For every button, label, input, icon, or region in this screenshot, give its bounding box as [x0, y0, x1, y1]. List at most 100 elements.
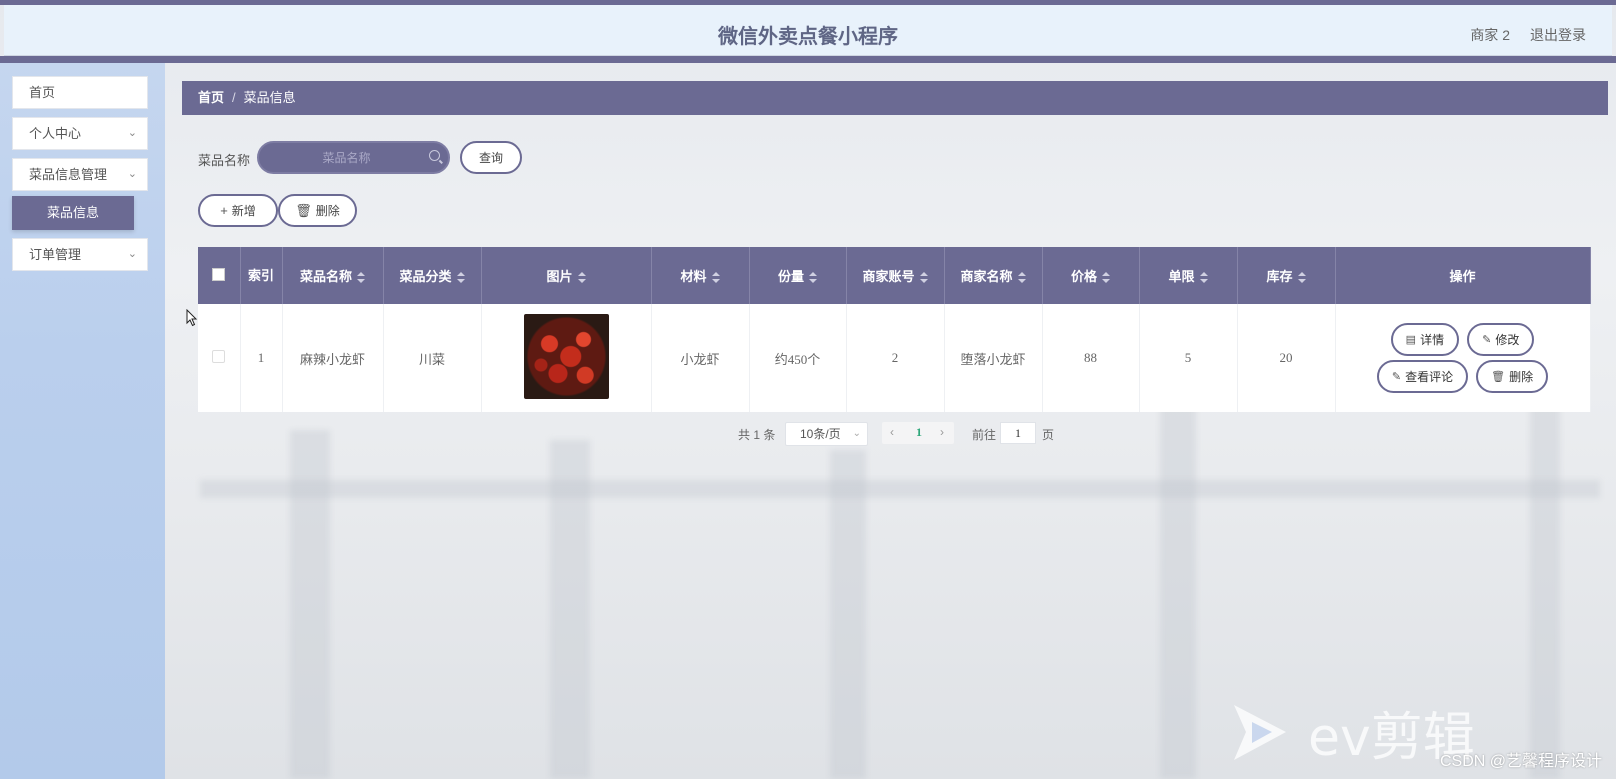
crayfish-photo	[523, 313, 609, 399]
cell-index: 1	[240, 304, 283, 412]
row-delete-label: 删除	[1509, 370, 1534, 384]
header-user-area: 商家 2 退出登录	[1470, 25, 1586, 45]
mouse-cursor-icon	[186, 309, 198, 327]
goto-page-input[interactable]	[1000, 422, 1036, 444]
cell-price: 88	[1042, 304, 1140, 412]
sidebar-item-dish-management[interactable]: 菜品信息管理 ⌄	[12, 158, 148, 191]
page-size-select[interactable]: 10条/页 ⌄	[785, 422, 868, 446]
sidebar-item-home[interactable]: 首页	[12, 76, 148, 109]
pagination-total: 共 1 条	[738, 428, 776, 442]
column-header-portion[interactable]: 份量	[749, 247, 847, 304]
add-button[interactable]: + 新增	[198, 194, 278, 227]
view-reviews-button[interactable]: ✎ 查看评论	[1376, 360, 1469, 393]
search-button-label: 查询	[478, 151, 503, 165]
row-delete-button[interactable]: 🗑 删除	[1476, 360, 1549, 393]
current-page[interactable]: 1	[916, 425, 922, 440]
column-header-price[interactable]: 价格	[1042, 247, 1140, 304]
sidebar-item-label: 菜品信息管理	[29, 167, 108, 182]
chevron-down-icon: ⌄	[127, 127, 137, 139]
chevron-down-icon: ⌄	[127, 248, 137, 260]
detail-button[interactable]: ▤ 详情	[1390, 323, 1460, 356]
prev-page-icon[interactable]: ‹	[890, 425, 894, 439]
sort-icon[interactable]	[456, 272, 465, 284]
cell-stock: 20	[1237, 304, 1336, 412]
breadcrumb-current: 菜品信息	[243, 90, 296, 105]
sort-icon[interactable]	[711, 272, 720, 284]
sort-icon[interactable]	[1102, 272, 1110, 284]
pagination: 共 1 条 10条/页 ⌄ ‹ 1 › 前往 页	[0, 421, 1616, 447]
sort-icon[interactable]	[1199, 272, 1208, 284]
column-header-merchant-name[interactable]: 商家名称	[944, 247, 1043, 304]
cell-merchant-name: 堕落小龙虾	[944, 304, 1043, 412]
cell-actions: ▤ 详情 ✎ 修改 ✎ 查看评论 🗑 删除	[1335, 304, 1591, 412]
sort-icon[interactable]	[809, 272, 817, 284]
column-header-label: 份量	[777, 269, 804, 284]
goto-label: 前往	[972, 428, 997, 442]
sort-icon[interactable]	[577, 272, 586, 284]
row-checkbox[interactable]	[212, 349, 226, 363]
app-title: 微信外卖点餐小程序	[718, 24, 898, 48]
edit-button[interactable]: ✎ 修改	[1467, 323, 1535, 356]
document-icon: ▤	[1405, 334, 1417, 346]
next-page-icon[interactable]: ›	[940, 425, 944, 439]
column-header-name[interactable]: 菜品名称	[282, 247, 384, 304]
page-navigator: ‹ 1 ›	[882, 422, 954, 444]
column-header-label: 单限	[1168, 269, 1195, 284]
view-reviews-label: 查看评论	[1405, 370, 1454, 384]
current-user[interactable]: 商家 2	[1470, 25, 1510, 45]
column-header-label: 库存	[1266, 269, 1293, 284]
detail-button-label: 详情	[1420, 333, 1445, 347]
column-header-category[interactable]: 菜品分类	[383, 247, 482, 304]
column-header-stock[interactable]: 库存	[1237, 247, 1336, 304]
column-header-label: 材料	[680, 269, 707, 284]
search-field-wrapper	[257, 141, 450, 174]
select-all-header	[198, 247, 241, 304]
cell-portion: 约450个	[749, 304, 847, 412]
logout-link[interactable]: 退出登录	[1530, 25, 1586, 45]
column-header-label: 菜品名称	[299, 269, 352, 284]
sidebar-item-label: 订单管理	[29, 247, 82, 262]
chevron-down-icon: ⌄	[127, 168, 137, 180]
cell-image	[481, 304, 652, 412]
add-button-label: 新增	[231, 204, 256, 218]
pencil-icon: ✎	[1391, 371, 1402, 383]
sidebar-item-orders[interactable]: 订单管理 ⌄	[12, 238, 148, 271]
cell-name: 麻辣小龙虾	[282, 304, 384, 412]
sidebar-item-profile[interactable]: 个人中心 ⌄	[12, 117, 148, 150]
page-unit-label: 页	[1042, 428, 1055, 442]
column-header-label: 商家账号	[862, 269, 915, 284]
sort-icon[interactable]	[919, 272, 928, 284]
column-header-material[interactable]: 材料	[651, 247, 750, 304]
search-icon	[429, 150, 440, 161]
sort-icon[interactable]	[1297, 272, 1306, 284]
column-header-actions: 操作	[1335, 247, 1591, 304]
app-header: 微信外卖点餐小程序 商家 2 退出登录	[4, 5, 1612, 56]
sort-icon[interactable]	[357, 272, 365, 284]
bulk-delete-button[interactable]: 🗑 删除	[278, 194, 357, 227]
table-row: 1 麻辣小龙虾 川菜 小龙虾 约450个 2 堕落小龙虾 88 5 20 ▤ 详情…	[198, 304, 1591, 412]
trash-icon: 🗑	[1491, 371, 1506, 383]
search-label: 菜品名称	[198, 153, 251, 168]
select-all-checkbox[interactable]	[212, 267, 226, 281]
column-header-image[interactable]: 图片	[481, 247, 652, 304]
breadcrumb: 首页 / 菜品信息	[182, 81, 1608, 115]
sidebar-item-label: 个人中心	[29, 126, 82, 141]
plus-icon: +	[220, 203, 228, 218]
sidebar-item-label: 首页	[29, 85, 56, 100]
search-input[interactable]	[259, 143, 448, 172]
column-header-limit[interactable]: 单限	[1139, 247, 1238, 304]
cell-category: 川菜	[383, 304, 482, 412]
column-header-label: 商家名称	[960, 269, 1013, 284]
search-button[interactable]: 查询	[460, 141, 522, 174]
column-header-label: 价格	[1070, 269, 1097, 284]
sort-icon[interactable]	[1017, 272, 1026, 284]
page-size-value: 10条/页	[800, 427, 841, 441]
column-header-label: 图片	[546, 269, 573, 284]
table-header-row: 索引 菜品名称 菜品分类 图片 材料 份量 商家账号 商家名称 价格 单限 库存…	[198, 247, 1591, 304]
sidebar-subitem-dish-info[interactable]: 菜品信息	[12, 196, 134, 230]
header-band	[0, 56, 1616, 63]
cell-limit: 5	[1139, 304, 1238, 412]
column-header-merchant-account[interactable]: 商家账号	[846, 247, 945, 304]
pencil-icon: ✎	[1482, 334, 1492, 346]
breadcrumb-home[interactable]: 首页	[198, 90, 224, 105]
